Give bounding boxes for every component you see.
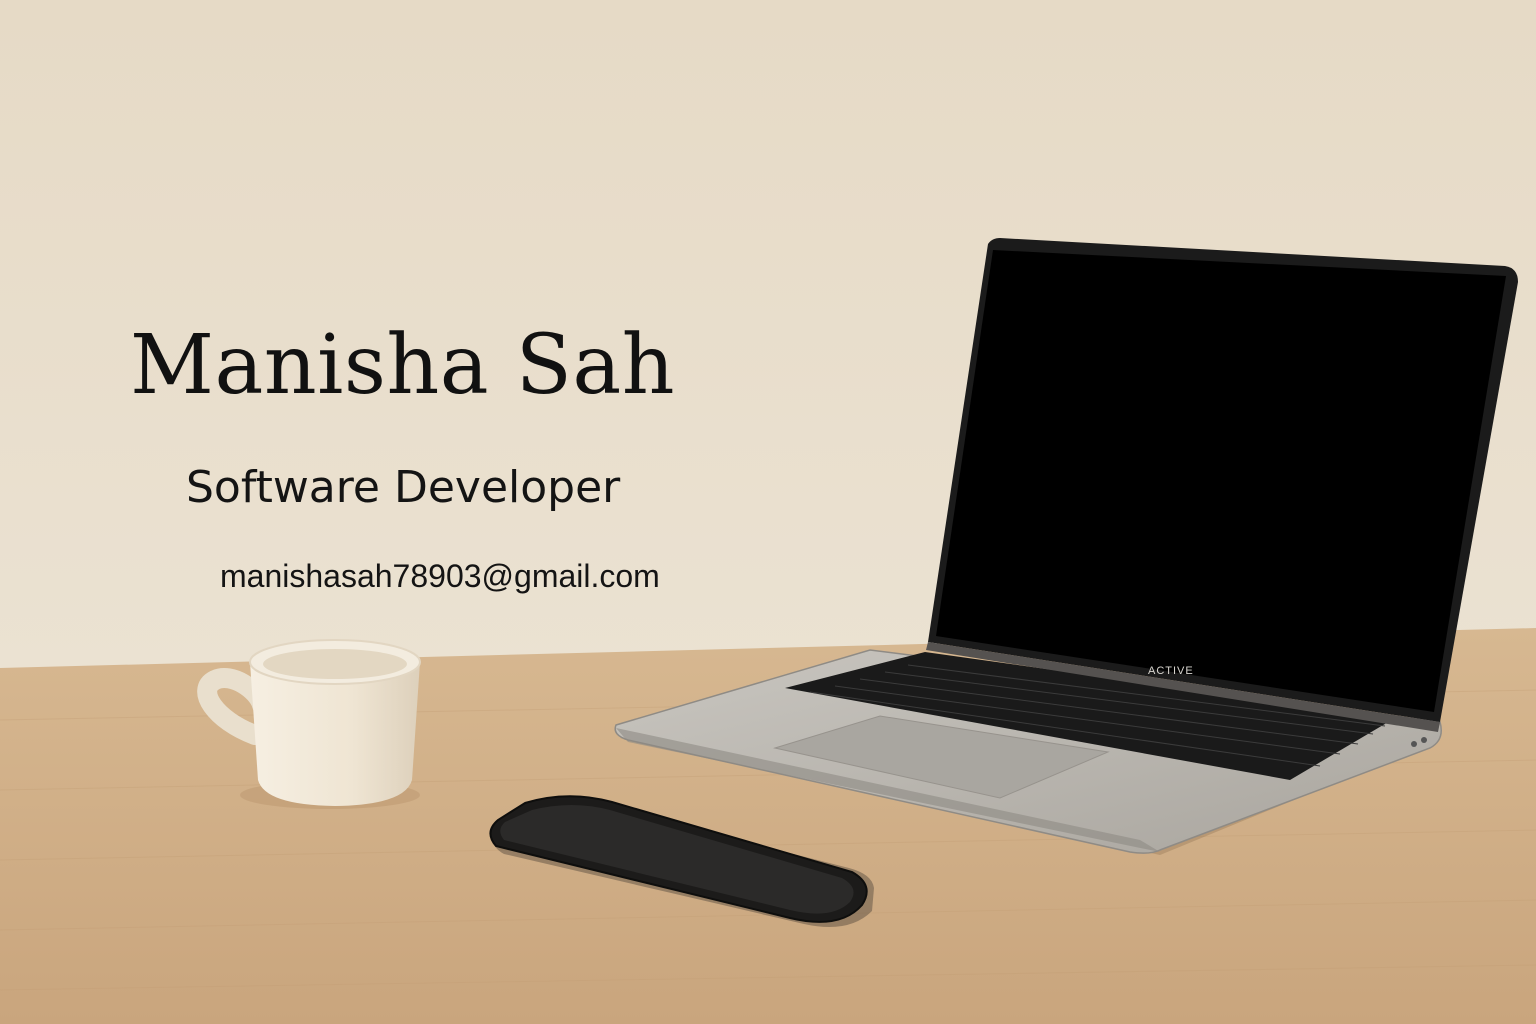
- desk-scene: ACTIVE: [0, 0, 1536, 1024]
- laptop-brand-label: ACTIVE: [1148, 665, 1194, 677]
- laptop-screen: [936, 250, 1506, 712]
